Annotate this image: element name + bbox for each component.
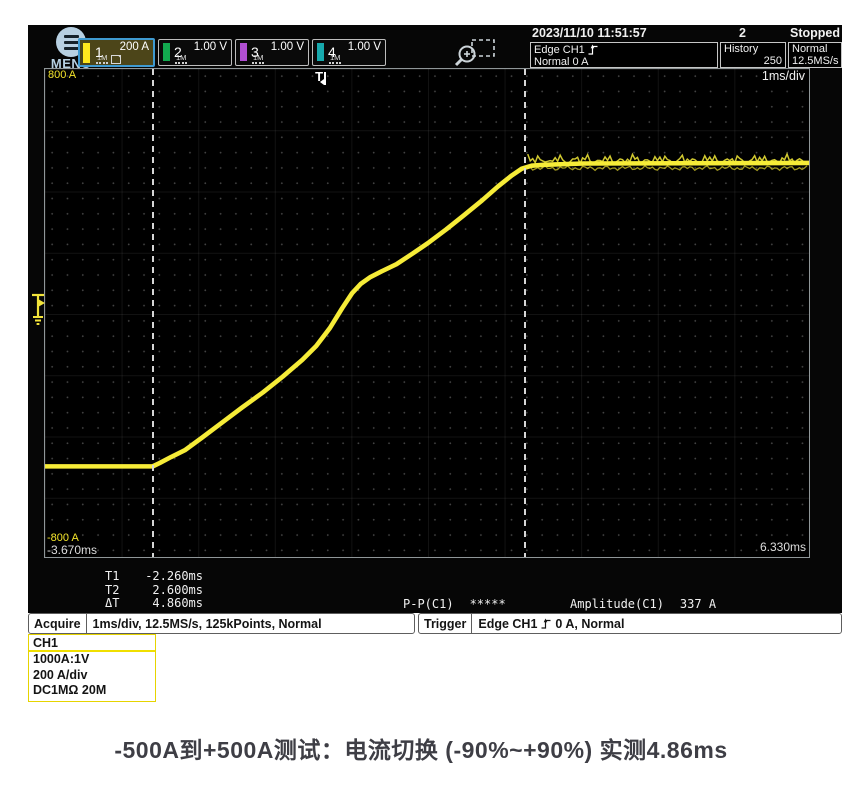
acquire-status-bar[interactable]: Acquire 1ms/div, 12.5MS/s, 125kPoints, N…	[28, 613, 415, 634]
acquire-settings: 1ms/div, 12.5MS/s, 125kPoints, Normal	[87, 617, 328, 631]
channel1-probe-ratio: 1000A:1V	[29, 652, 155, 668]
channel1-info-title: CH1	[29, 635, 155, 652]
trigger-bar-icon	[324, 72, 326, 85]
graticule: 800 A -800 A -3.670ms 6.330ms 1ms/div T	[44, 68, 810, 558]
channel-2-scale: 1.00 V	[194, 41, 227, 53]
history-label: History	[724, 44, 782, 56]
amplitude-label: Amplitude(C1)	[570, 597, 664, 611]
channel-1-box[interactable]: 1 200 A 1M	[78, 38, 155, 67]
timebase-label: 1ms/div	[762, 69, 805, 83]
channel1-scale: 200 A/div	[29, 668, 155, 684]
dt-label: ΔT	[105, 597, 127, 611]
trace-ch1	[45, 163, 809, 466]
acq-mode-label: Normal	[792, 44, 838, 56]
channel1-zero-level-icon[interactable]	[30, 291, 47, 327]
probe-icon	[111, 55, 121, 64]
run-state: Stopped	[790, 26, 840, 40]
trigger-level: 0 A, Normal	[555, 617, 624, 631]
trigger-source: Edge CH1	[478, 617, 537, 631]
trigger-settings-box[interactable]: Edge CH1 Normal 0 A	[530, 42, 718, 68]
t1-value: -2.260ms	[127, 570, 203, 584]
channel1-coupling: DC1MΩ 20M	[29, 683, 155, 701]
coupling-1m-icon: 1M	[252, 54, 264, 64]
figure-caption: -500A到+500A测试：电流切换 (-90%~+90%) 实测4.86ms	[0, 731, 842, 765]
channel-4-scale: 1.00 V	[348, 41, 381, 53]
rising-edge-icon	[541, 618, 551, 629]
history-box[interactable]: History 250	[720, 42, 786, 68]
t1-label: T1	[105, 570, 127, 584]
magnifier-icon	[452, 37, 498, 69]
trace-noise-bottom	[528, 166, 807, 171]
time-left-label: -3.670ms	[47, 543, 97, 557]
coupling-1m-icon: 1M	[329, 54, 341, 64]
trigger-type: Edge CH1	[534, 44, 585, 56]
t2-value: 2.600ms	[127, 584, 203, 598]
acquire-label: Acquire	[29, 614, 87, 633]
y-max-label: 800 A	[48, 69, 76, 81]
channel-1-color-bar	[83, 43, 90, 63]
dt-value: 4.860ms	[127, 597, 203, 611]
acquisition-mode-box[interactable]: Normal 12.5MS/s	[788, 42, 842, 68]
cursor-t2[interactable]	[524, 69, 526, 557]
trigger-label: Trigger	[419, 614, 472, 633]
pp-label: P-P(C1)	[403, 597, 454, 611]
channel-1-scale: 200 A	[120, 41, 149, 53]
page: MENU 1 200 A 1M 2 1.00 V 1M 3 1.00 V 1M …	[0, 0, 842, 788]
channel-3-box[interactable]: 3 1.00 V 1M	[235, 39, 309, 66]
waveform-svg	[45, 69, 809, 557]
cursor-t1[interactable]	[152, 69, 154, 557]
sample-rate: 12.5MS/s	[792, 56, 838, 68]
channel-3-scale: 1.00 V	[271, 41, 304, 53]
channel-4-box[interactable]: 4 1.00 V 1M	[312, 39, 386, 66]
coupling-1m-icon: 1M	[175, 54, 187, 64]
channel-4-color-bar	[317, 43, 324, 61]
rising-edge-icon	[588, 44, 598, 55]
oscilloscope-screen: MENU 1 200 A 1M 2 1.00 V 1M 3 1.00 V 1M …	[28, 25, 842, 613]
t2-label: T2	[105, 584, 127, 598]
time-right-label: 6.330ms	[760, 540, 806, 554]
datetime: 2023/11/10 11:51:57	[532, 26, 647, 40]
coupling-1m-icon: 1M	[96, 54, 108, 64]
cursor-measurements: T1-2.260ms T22.600ms ΔT4.860ms	[105, 570, 203, 611]
trigger-status-bar[interactable]: Trigger Edge CH1 0 A, Normal	[418, 613, 842, 634]
pp-value: *****	[470, 597, 506, 611]
channel-2-box[interactable]: 2 1.00 V 1M	[158, 39, 232, 66]
amplitude-measurement: Amplitude(C1) 337 A	[570, 597, 716, 611]
channel-3-color-bar	[240, 43, 247, 61]
trigger-position-marker[interactable]: T	[315, 69, 326, 85]
channel1-info-card[interactable]: CH1 1000A:1V 200 A/div DC1MΩ 20M	[28, 634, 156, 702]
channel-2-color-bar	[163, 43, 170, 61]
amplitude-value: 337 A	[680, 597, 716, 611]
pp-measurement: P-P(C1) *****	[403, 597, 506, 611]
history-count: 250	[724, 56, 782, 68]
acquisition-count: 2	[718, 26, 746, 40]
trigger-mode: Normal 0 A	[534, 57, 714, 69]
